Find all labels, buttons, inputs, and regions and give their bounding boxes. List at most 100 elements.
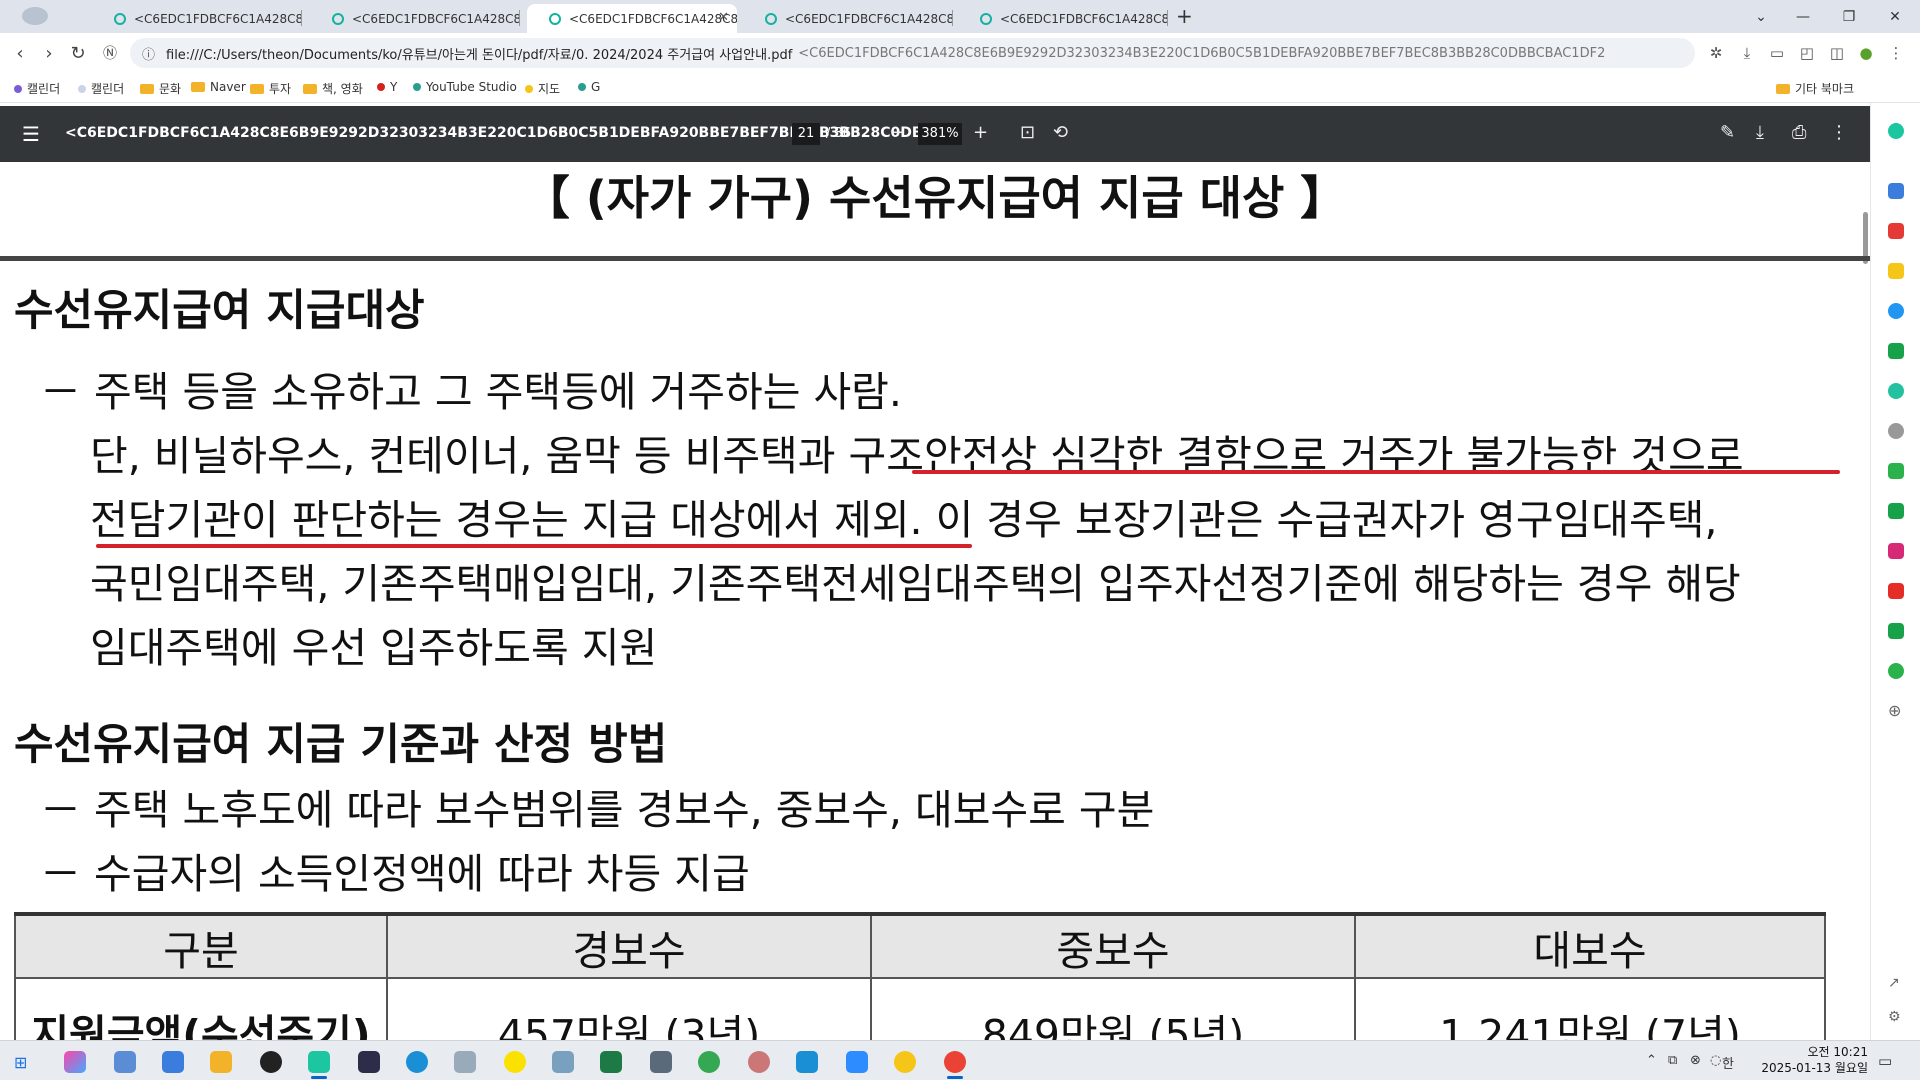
instagram-icon[interactable] (1888, 543, 1904, 559)
back-icon[interactable]: ‹ (8, 41, 32, 65)
app-icon-active[interactable] (308, 1051, 330, 1079)
app-icon[interactable] (1888, 503, 1904, 519)
bookmark-item[interactable]: G (578, 80, 600, 94)
app-icon[interactable] (1888, 343, 1904, 359)
zoom-input[interactable]: 381% (918, 123, 962, 145)
bookmark-item[interactable]: 지도 (525, 80, 560, 97)
record-icon[interactable] (260, 1051, 282, 1073)
bookmark-folder[interactable]: 문화 (140, 80, 181, 97)
bookmark-folder[interactable]: Naver (191, 80, 246, 94)
browser-tab[interactable]: <C6EDC1FDBCF6C1A428C8E6 (958, 4, 1168, 33)
chrome-icon[interactable] (698, 1051, 720, 1073)
zoom-out-icon[interactable]: − (890, 122, 905, 143)
annotate-pen-icon[interactable]: ✎ (1720, 122, 1735, 143)
chrome-icon-active[interactable] (944, 1051, 966, 1079)
media-player-icon[interactable] (894, 1051, 916, 1073)
app-icon[interactable] (1888, 663, 1904, 679)
avatar[interactable]: ● (1856, 43, 1876, 63)
zoom-app-icon[interactable] (846, 1051, 868, 1073)
address-bar[interactable]: ⓘ file:///C:/Users/theon/Documents/ko/유튜… (130, 38, 1695, 68)
print-icon[interactable]: ⎙ (1792, 122, 1806, 143)
app-icon[interactable] (552, 1051, 574, 1073)
tray-app-icon[interactable]: ◌ (1710, 1053, 1721, 1068)
copilot-app-icon[interactable] (64, 1051, 86, 1073)
table-row: 지원금액(수선주기) 457만원 (3년) 849만원 (5년) 1,241만원… (14, 977, 1826, 1040)
tray-chevron-icon[interactable]: ⌃ (1646, 1053, 1657, 1068)
other-bookmarks-folder[interactable]: 기타 북마크 (1776, 80, 1854, 97)
app-icon[interactable] (796, 1051, 818, 1073)
app-icon[interactable] (162, 1051, 184, 1073)
app-icon[interactable] (748, 1051, 770, 1073)
app-icon[interactable] (1888, 183, 1904, 199)
extensions-icon[interactable]: ✲ (1706, 43, 1726, 63)
reload-icon[interactable]: ↻ (66, 41, 90, 65)
youtube-icon[interactable] (1888, 583, 1904, 599)
rotate-icon[interactable]: ⟲ (1053, 122, 1068, 143)
sidebar-toggle-icon[interactable]: ◫ (1827, 43, 1847, 63)
kakaotalk-icon[interactable] (504, 1051, 526, 1073)
bookmark-item[interactable]: Y (377, 80, 397, 94)
pdf-more-icon[interactable]: ⋮ (1830, 122, 1848, 143)
page-number-input[interactable]: 21 (792, 123, 820, 145)
download-pdf-icon[interactable]: ⤓ (1756, 122, 1764, 143)
copilot-icon[interactable] (1888, 123, 1904, 139)
forward-icon[interactable]: › (37, 41, 61, 65)
folder-icon (191, 82, 205, 92)
edge-icon[interactable] (406, 1051, 428, 1073)
screen-icon[interactable]: ▭ (1767, 43, 1787, 63)
capture-icon[interactable]: ◰ (1797, 43, 1817, 63)
tray-app-icon[interactable]: ⊗ (1690, 1053, 1701, 1068)
add-app-icon[interactable]: ⊕ (1888, 701, 1901, 720)
app-icon[interactable] (114, 1051, 136, 1073)
profile-icon[interactable] (22, 7, 48, 25)
bookmark-folder[interactable]: 책, 영화 (303, 80, 363, 97)
new-tab-button[interactable]: + (1176, 4, 1193, 28)
excel-icon[interactable] (600, 1051, 622, 1073)
zoom-in-icon[interactable]: + (973, 122, 988, 143)
app-icon[interactable] (1888, 223, 1904, 239)
bookmark-item[interactable]: 캘린더 (14, 80, 60, 97)
taskbar-clock[interactable]: 오전 10:21 2025-01-13 월요일 (1758, 1044, 1868, 1076)
tab-search-icon[interactable]: ⌄ (1738, 0, 1784, 33)
open-external-icon[interactable]: ↗ (1888, 975, 1900, 991)
table-cell: 1,241만원 (7년) (1354, 977, 1826, 1040)
fit-page-icon[interactable]: ⊡ (1020, 122, 1035, 143)
notification-icon[interactable]: ▭ (1878, 1052, 1892, 1070)
reader-mode-icon[interactable]: Ⓝ (98, 41, 122, 65)
red-underline (96, 544, 972, 548)
close-tab-icon[interactable]: ✕ (718, 10, 729, 25)
tray-app-icon[interactable]: ⧉ (1668, 1053, 1677, 1068)
settings-gear-icon[interactable]: ⚙ (1888, 1009, 1901, 1025)
app-icon[interactable] (1888, 303, 1904, 319)
tab-label: <C6EDC1FDBCF6C1A428C8E6 (1000, 11, 1168, 26)
download-icon[interactable]: ⤓ (1737, 43, 1757, 63)
taskbar: ⊞ ⌃ ⧉ ⊗ ◌ 한 오전 10:21 2025-01-13 월요일 ▭ (0, 1040, 1920, 1080)
browser-tab[interactable]: <C6EDC1FDBCF6C1A428C8E6 (310, 4, 520, 33)
app-icon[interactable] (358, 1051, 380, 1073)
app-icon[interactable] (1888, 383, 1904, 399)
browser-tab[interactable]: <C6EDC1FDBCF6C1A428C8E6 (92, 4, 302, 33)
app-icon[interactable] (1888, 423, 1904, 439)
minimize-icon[interactable]: — (1780, 0, 1826, 33)
restore-icon[interactable]: ❐ (1826, 0, 1872, 33)
site-info-icon[interactable]: ⓘ (142, 44, 155, 63)
bookmark-folder[interactable]: 투자 (250, 80, 291, 97)
browser-tab[interactable]: <C6EDC1FDBCF6C1A428C8E6 (743, 4, 953, 33)
bookmark-item[interactable]: 캘린더 (78, 80, 124, 97)
menu-icon[interactable]: ☰ (22, 122, 40, 146)
app-icon[interactable] (1888, 623, 1904, 639)
more-menu-icon[interactable]: ⋮ (1886, 43, 1906, 63)
file-explorer-icon[interactable] (210, 1051, 232, 1073)
app-icon[interactable] (454, 1051, 476, 1073)
windows-start-icon[interactable]: ⊞ (14, 1053, 27, 1072)
ime-indicator[interactable]: 한 (1722, 1053, 1734, 1072)
app-icon[interactable] (1888, 463, 1904, 479)
bookmark-item[interactable]: YouTube Studio (413, 80, 517, 94)
table-header-row: 구분 경보수 중보수 대보수 (14, 912, 1826, 979)
tab-favicon-icon (332, 12, 344, 25)
folder-icon (303, 83, 317, 94)
browser-tab-active[interactable]: <C6EDC1FDBCF6C1A428C8E6 ✕ (527, 4, 737, 33)
calculator-icon[interactable] (650, 1051, 672, 1073)
close-window-icon[interactable]: ✕ (1872, 0, 1918, 33)
app-icon[interactable] (1888, 263, 1904, 279)
